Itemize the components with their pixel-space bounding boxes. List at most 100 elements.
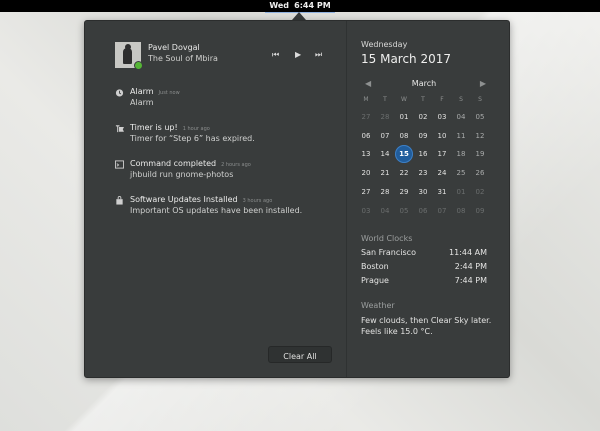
calendar-day[interactable]: 04 <box>376 202 394 220</box>
notification-title: Command completed <box>130 159 217 168</box>
calendar-day[interactable]: 09 <box>471 202 489 220</box>
player-track: The Soul of Mbira <box>148 54 218 63</box>
calendar-day[interactable]: 20 <box>357 164 375 182</box>
calendar-day[interactable]: 03 <box>433 108 451 126</box>
calendar-day[interactable]: 05 <box>395 202 413 220</box>
calendar-day[interactable]: 06 <box>357 127 375 145</box>
weekday-header: W <box>401 96 407 103</box>
next-month-icon[interactable]: ▶ <box>480 79 486 88</box>
album-art-figure <box>123 48 132 64</box>
weekday-header: F <box>440 96 444 103</box>
calendar-day[interactable]: 23 <box>414 164 432 182</box>
notification-title: Alarm <box>130 87 154 96</box>
next-track-icon[interactable]: ⏭ <box>315 50 322 60</box>
calendar-day[interactable]: 27 <box>357 108 375 126</box>
online-status-dot <box>134 61 143 70</box>
album-art <box>115 42 143 70</box>
calendar-day[interactable]: 02 <box>471 183 489 201</box>
calendar-day[interactable]: 13 <box>357 145 375 163</box>
calendar-day[interactable]: 08 <box>452 202 470 220</box>
column-divider <box>346 21 347 377</box>
calendar-day[interactable]: 07 <box>433 202 451 220</box>
calendar-day[interactable]: 02 <box>414 108 432 126</box>
weather-feels-like: Feels like 15.0 °C. <box>361 327 433 336</box>
calendar-day[interactable]: 18 <box>452 145 470 163</box>
calendar-day-today[interactable]: 15 <box>395 145 413 164</box>
alarm-clock-icon <box>115 89 124 97</box>
calendar-day[interactable]: 01 <box>395 108 413 126</box>
world-clock-row[interactable]: Boston 2:44 PM <box>361 262 487 271</box>
calendar-day[interactable]: 26 <box>471 164 489 182</box>
world-clock-row[interactable]: Prague 7:44 PM <box>361 276 487 285</box>
calendar-day[interactable]: 01 <box>452 183 470 201</box>
notification-calendar-popover: Pavel Dovgal The Soul of Mbira ⏮ ▶ ⏭ Ala… <box>84 20 510 378</box>
media-player[interactable]: Pavel Dovgal The Soul of Mbira ⏮ ▶ ⏭ <box>115 42 331 70</box>
clock-time: 6:44 PM <box>294 1 331 10</box>
clear-all-button[interactable]: Clear All <box>268 346 332 363</box>
notification-title: Timer is up! <box>130 123 178 132</box>
weekday-header: M <box>363 96 369 103</box>
notification-body: Timer for “Step 6” has expired. <box>130 134 255 143</box>
world-clock-time: 7:44 PM <box>454 276 487 285</box>
calendar-day[interactable]: 30 <box>414 183 432 201</box>
calendar-day[interactable]: 16 <box>414 145 432 163</box>
notification-body: Alarm <box>130 98 154 107</box>
clock-day: Wed <box>269 1 290 10</box>
previous-track-icon[interactable]: ⏮ <box>272 50 279 60</box>
calendar-weekday: Wednesday <box>361 40 408 49</box>
calendar-day[interactable]: 25 <box>452 164 470 182</box>
calendar-day[interactable]: 07 <box>376 127 394 145</box>
world-clock-city: San Francisco <box>361 248 416 257</box>
world-clock-time: 2:44 PM <box>454 262 487 271</box>
calendar-day[interactable]: 08 <box>395 127 413 145</box>
calendar-day[interactable]: 31 <box>433 183 451 201</box>
world-clocks-title[interactable]: World Clocks <box>361 234 412 243</box>
player-artist: Pavel Dovgal <box>148 43 200 52</box>
notification-time: 2 hours ago <box>221 162 251 168</box>
world-clock-time: 11:44 AM <box>449 248 487 257</box>
terminal-icon <box>115 160 124 169</box>
calendar-day[interactable]: 03 <box>357 202 375 220</box>
notification-body: jhbuild run gnome-photos <box>130 170 234 179</box>
notification-time: 3 hours ago <box>242 198 273 204</box>
weekday-header: T <box>421 96 425 103</box>
calendar-day[interactable]: 14 <box>376 145 394 163</box>
weekday-header: T <box>383 96 387 103</box>
notification-time: 1 hour ago <box>182 126 210 132</box>
calendar-day[interactable]: 27 <box>357 183 375 201</box>
notification-title: Software Updates Installed <box>130 195 238 204</box>
calendar-day[interactable]: 24 <box>433 164 451 182</box>
timer-icon <box>115 125 124 133</box>
calendar-day[interactable]: 19 <box>471 145 489 163</box>
calendar-day[interactable]: 22 <box>395 164 413 182</box>
calendar-day[interactable]: 12 <box>471 127 489 145</box>
weather-summary[interactable]: Few clouds, then Clear Sky later. Feels … <box>361 315 491 337</box>
calendar-day[interactable]: 17 <box>433 145 451 163</box>
month-name: March <box>411 79 437 88</box>
weather-forecast: Few clouds, then Clear Sky later. <box>361 316 492 325</box>
calendar-day[interactable]: 05 <box>471 108 489 126</box>
weekday-header: S <box>459 96 463 103</box>
world-clock-city: Boston <box>361 262 389 271</box>
calendar-date[interactable]: 15 March 2017 <box>361 52 451 66</box>
calendar-day[interactable]: 06 <box>414 202 432 220</box>
calendar-day[interactable]: 28 <box>376 183 394 201</box>
calendar-day[interactable]: 28 <box>376 108 394 126</box>
world-clock-row[interactable]: San Francisco 11:44 AM <box>361 248 487 257</box>
play-icon[interactable]: ▶ <box>295 50 301 59</box>
calendar-day[interactable]: 29 <box>395 183 413 201</box>
world-clock-city: Prague <box>361 276 389 285</box>
calendar-day[interactable]: 10 <box>433 127 451 145</box>
software-update-icon <box>116 196 123 205</box>
calendar-day[interactable]: 11 <box>452 127 470 145</box>
calendar-day[interactable]: 21 <box>376 164 394 182</box>
notification-time: Just now <box>158 90 180 96</box>
calendar-day[interactable]: 04 <box>452 108 470 126</box>
top-bar: Wed 6:44 PM <box>0 0 600 13</box>
month-navigation: ◀ March ▶ <box>361 79 487 91</box>
calendar-day[interactable]: 09 <box>414 127 432 145</box>
notification-body: Important OS updates have been installed… <box>130 206 303 215</box>
popover-arrow <box>292 12 306 20</box>
weekday-header: S <box>478 96 482 103</box>
weather-title[interactable]: Weather <box>361 301 395 310</box>
